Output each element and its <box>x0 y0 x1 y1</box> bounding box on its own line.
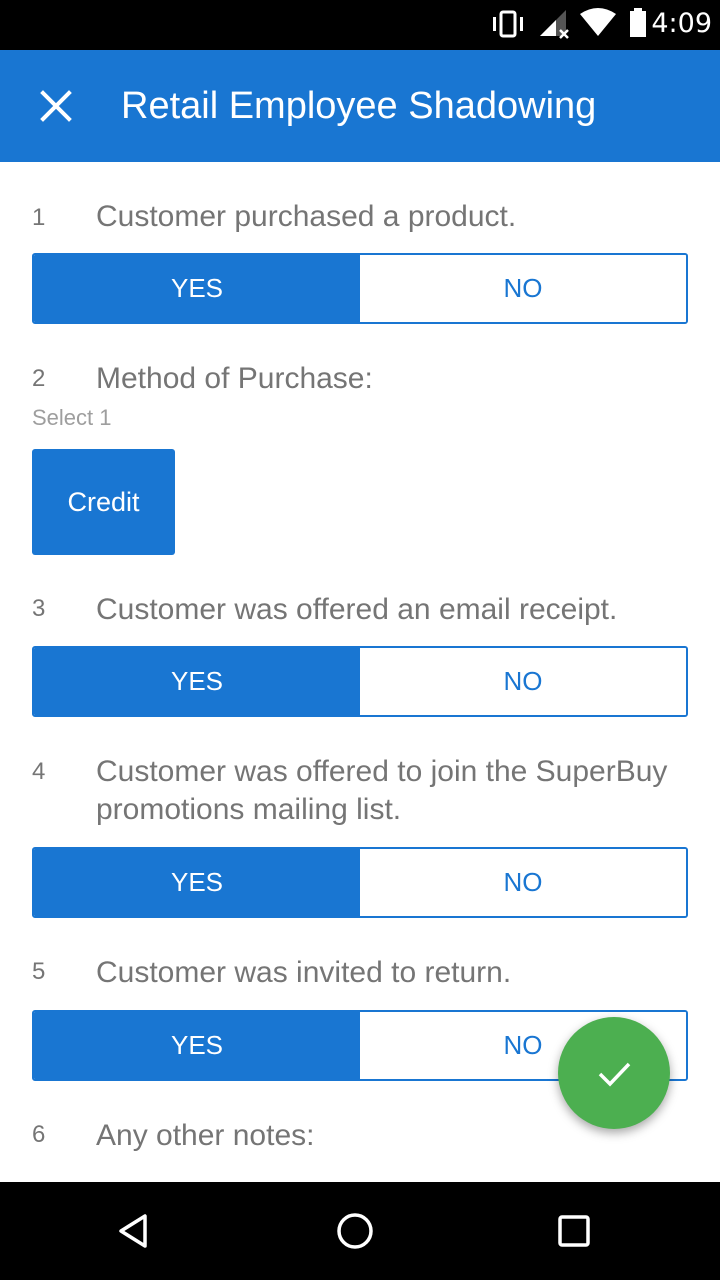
question-text: Customer purchased a product. <box>96 200 517 233</box>
status-bar: 4:09 <box>0 0 720 50</box>
recents-button[interactable] <box>534 1196 614 1266</box>
question-text: Method of Purchase: <box>96 362 373 395</box>
question-number: 5 <box>32 958 46 985</box>
battery-icon <box>630 8 646 37</box>
select-hint: Select 1 <box>32 405 112 430</box>
vibrate-icon <box>493 10 523 38</box>
home-icon <box>337 1213 373 1249</box>
yes-no-toggle: YES NO <box>32 253 688 324</box>
no-button[interactable]: NO <box>360 648 686 715</box>
question-number: 2 <box>32 365 46 392</box>
home-button[interactable] <box>315 1196 395 1266</box>
question-text: Customer was offered to join the SuperBu… <box>96 755 668 826</box>
yes-button[interactable]: YES <box>34 255 360 322</box>
back-icon <box>119 1214 147 1248</box>
no-button[interactable]: NO <box>360 255 686 322</box>
no-button[interactable]: NO <box>360 849 686 916</box>
signal-icon <box>540 10 569 39</box>
yes-button[interactable]: YES <box>34 648 360 715</box>
question-number: 1 <box>32 204 46 231</box>
page-title: Retail Employee Shadowing <box>121 85 597 127</box>
yes-no-toggle: YES NO <box>32 646 688 717</box>
question-text: Customer was offered an email receipt. <box>96 593 618 626</box>
yes-no-toggle: YES NO <box>32 847 688 918</box>
back-button[interactable] <box>95 1196 175 1266</box>
submit-fab-button[interactable] <box>558 1017 670 1129</box>
close-icon <box>40 90 72 122</box>
close-button[interactable] <box>24 74 88 138</box>
question-text: Customer was invited to return. <box>96 956 512 989</box>
yes-button[interactable]: YES <box>34 1012 360 1079</box>
status-time: 4:09 <box>651 8 712 39</box>
recents-icon <box>558 1215 590 1247</box>
yes-button[interactable]: YES <box>34 849 360 916</box>
question-number: 3 <box>32 595 46 622</box>
credit-option-button[interactable]: Credit <box>32 449 175 555</box>
wifi-icon <box>580 8 616 36</box>
question-number: 6 <box>32 1121 46 1148</box>
system-nav-bar <box>0 1182 720 1280</box>
app-bar: Retail Employee Shadowing <box>0 50 720 162</box>
checkmark-icon <box>598 1062 631 1087</box>
question-number: 4 <box>32 758 46 785</box>
